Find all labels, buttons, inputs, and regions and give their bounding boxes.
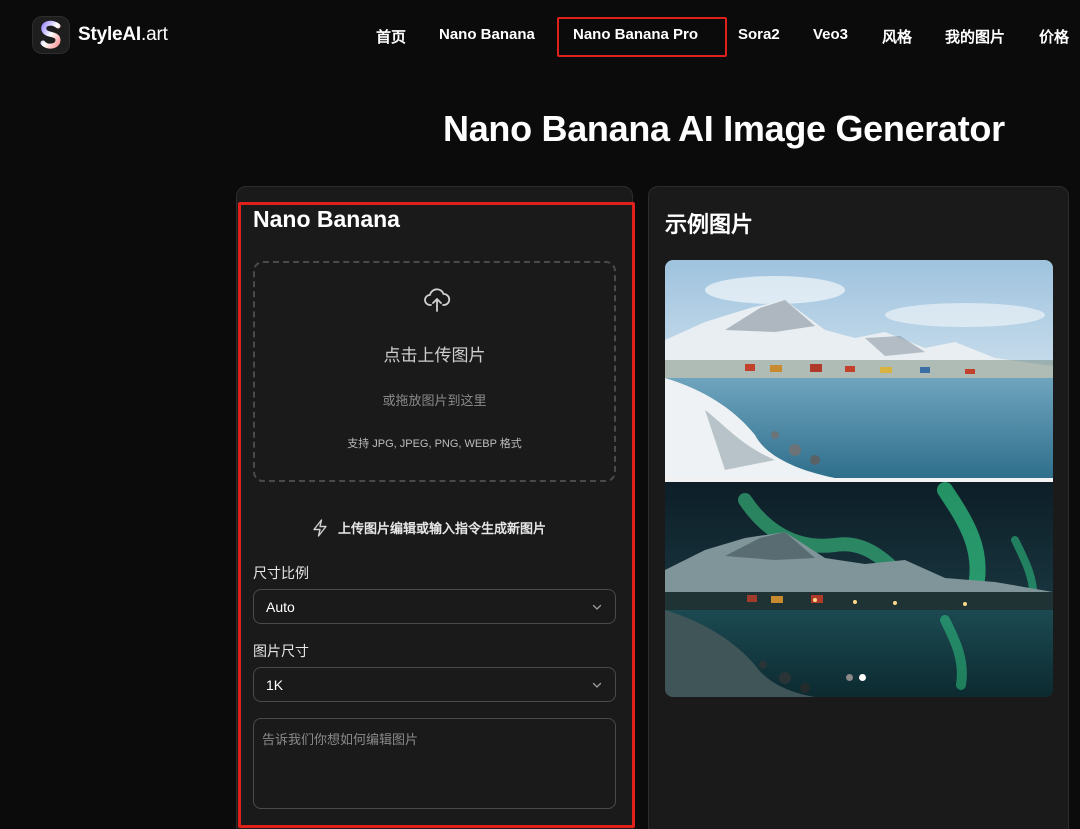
nav-item-nano-banana-pro[interactable]: Nano Banana Pro (573, 26, 698, 43)
carousel-dot-active[interactable] (859, 674, 866, 681)
examples-title: 示例图片 (665, 212, 754, 237)
nav-item-pricing[interactable]: 价格 (1039, 26, 1069, 47)
image-size-select[interactable]: 1K (253, 667, 616, 702)
carousel-dot[interactable] (846, 674, 853, 681)
chevron-down-icon (592, 604, 602, 610)
nav-item-styles[interactable]: 风格 (882, 26, 912, 47)
upload-title: 点击上传图片 (383, 346, 486, 365)
nav-item-home[interactable]: 首页 (376, 26, 406, 47)
prompt-textarea[interactable] (253, 718, 616, 809)
nav-item-veo3[interactable]: Veo3 (813, 26, 848, 43)
image-upload-dropzone[interactable]: 点击上传图片 或拖放图片到这里 支持 JPG, JPEG, PNG, WEBP … (253, 261, 616, 482)
nav-item-nano-banana[interactable]: Nano Banana (439, 26, 535, 43)
example-image-carousel[interactable] (665, 260, 1053, 697)
image-size-label: 图片尺寸 (253, 643, 309, 659)
aspect-ratio-select[interactable]: Auto (253, 589, 616, 624)
logo-mark-icon (32, 16, 70, 54)
generate-hint: 上传图片编辑或输入指令生成新图片 (312, 518, 546, 537)
logo[interactable]: StyleAI.art (32, 16, 168, 54)
carousel-dots (846, 674, 866, 681)
image-size-value: 1K (266, 676, 284, 693)
nav-item-sora2[interactable]: Sora2 (738, 26, 780, 43)
upload-subtitle: 或拖放图片到这里 (382, 393, 487, 408)
generator-title: Nano Banana (253, 206, 400, 232)
nav-item-my-images[interactable]: 我的图片 (945, 26, 1005, 47)
example-image (665, 260, 1053, 697)
cloud-upload-icon (424, 288, 451, 312)
upload-formats: 支持 JPG, JPEG, PNG, WEBP 格式 (347, 438, 522, 450)
chevron-down-icon (592, 682, 602, 688)
aspect-ratio-label: 尺寸比例 (253, 565, 309, 581)
logo-text: StyleAI.art (78, 24, 168, 45)
generate-hint-text: 上传图片编辑或输入指令生成新图片 (338, 521, 547, 536)
aspect-ratio-value: Auto (266, 598, 295, 615)
lightning-icon (313, 518, 327, 537)
page-title: Nano Banana AI Image Generator (443, 108, 1005, 149)
